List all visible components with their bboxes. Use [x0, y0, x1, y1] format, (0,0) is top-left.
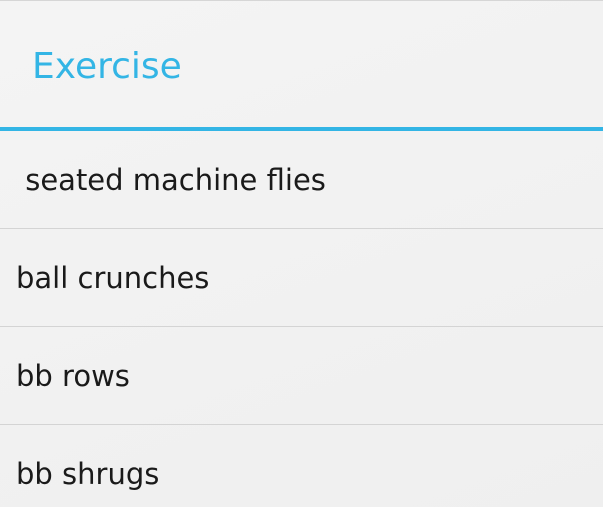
exercise-picker-dialog: Exercise seated machine flies ball crunc… — [0, 0, 603, 507]
list-item[interactable]: bb shrugs — [0, 425, 603, 507]
list-item[interactable]: bb rows — [0, 327, 603, 424]
dialog-title: Exercise — [32, 46, 182, 87]
list-item[interactable]: seated machine flies — [0, 131, 603, 228]
exercise-label: bb shrugs — [16, 456, 160, 491]
exercise-label: bb rows — [16, 358, 130, 393]
exercise-label: seated machine flies — [16, 162, 326, 197]
exercise-list[interactable]: seated machine flies ball crunches bb ro… — [0, 131, 603, 507]
exercise-label: ball crunches — [16, 260, 210, 295]
list-item[interactable]: ball crunches — [0, 229, 603, 326]
dialog-title-bar: Exercise — [0, 0, 603, 128]
